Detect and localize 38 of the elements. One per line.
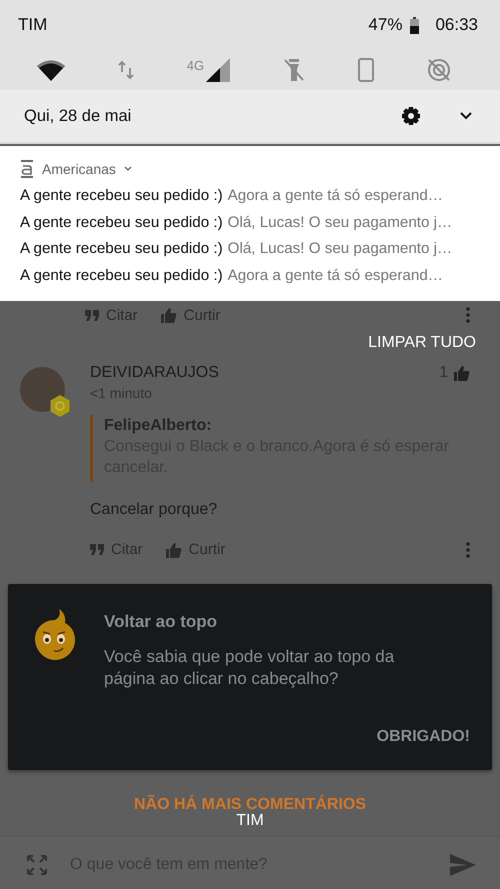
carrier-name: TIM (18, 15, 48, 35)
carrier-name: TIM (236, 812, 264, 830)
more-options-icon (466, 307, 470, 323)
thumbs-up-icon (160, 307, 177, 323)
mascot-drawing (34, 608, 76, 660)
dismiss-button[interactable]: OBRIGADO! (376, 728, 470, 746)
badge-icon (49, 395, 71, 417)
notification-text[interactable]: Olá, Lucas! O seu pagamento j… (228, 236, 452, 262)
thumbs-up-icon (453, 365, 470, 381)
network-type-label: 4G (186, 58, 204, 73)
more-options-icon (466, 542, 470, 558)
notification-title[interactable]: A gente recebeu seu pedido :) (20, 262, 223, 289)
comment-text: Cancelar porque? (90, 501, 218, 519)
tip-title: Voltar ao topo (104, 612, 218, 632)
thumbs-up-icon (164, 542, 182, 558)
notification-title[interactable]: A gente recebeu seu pedido :) (20, 210, 223, 236)
notification-text[interactable]: Olá, Lucas! O seu pagamento j… (228, 210, 452, 236)
battery-icon (410, 16, 420, 34)
avatar-photo (20, 367, 65, 412)
chevron-down-icon[interactable] (460, 112, 472, 120)
notification-title[interactable]: A gente recebeu seu pedido :) (20, 236, 223, 262)
notification-title[interactable]: A gente recebeu seu pedido :) (20, 183, 223, 210)
tip-text: Você sabia que pode voltar ao topo da página ao clicar no cabeçalho? (104, 646, 396, 690)
battery-percent: 47% (368, 15, 402, 35)
settings-icon[interactable] (402, 107, 420, 125)
date-label: Qui, 28 de mai (24, 106, 132, 126)
comment-author[interactable]: DEIVIDARAUJOS (90, 364, 219, 382)
clock-time: 06:33 (435, 15, 478, 35)
quote-icon (90, 544, 104, 555)
clear-all-button[interactable]: LIMPAR TUDO (368, 334, 476, 352)
notification-text[interactable]: Agora a gente tá só esperand… (228, 262, 443, 289)
app-name: Americanas (42, 161, 116, 177)
quote-icon (85, 310, 99, 320)
store-logo-icon (20, 160, 34, 178)
end-of-comments-label: NÃO HÁ MAIS COMENTÁRIOS (134, 796, 366, 813)
notification-text[interactable]: Agora a gente tá só esperand… (228, 183, 443, 210)
quote-author: FelipeAlberto: (104, 416, 213, 436)
chevron-down-icon (124, 166, 132, 172)
